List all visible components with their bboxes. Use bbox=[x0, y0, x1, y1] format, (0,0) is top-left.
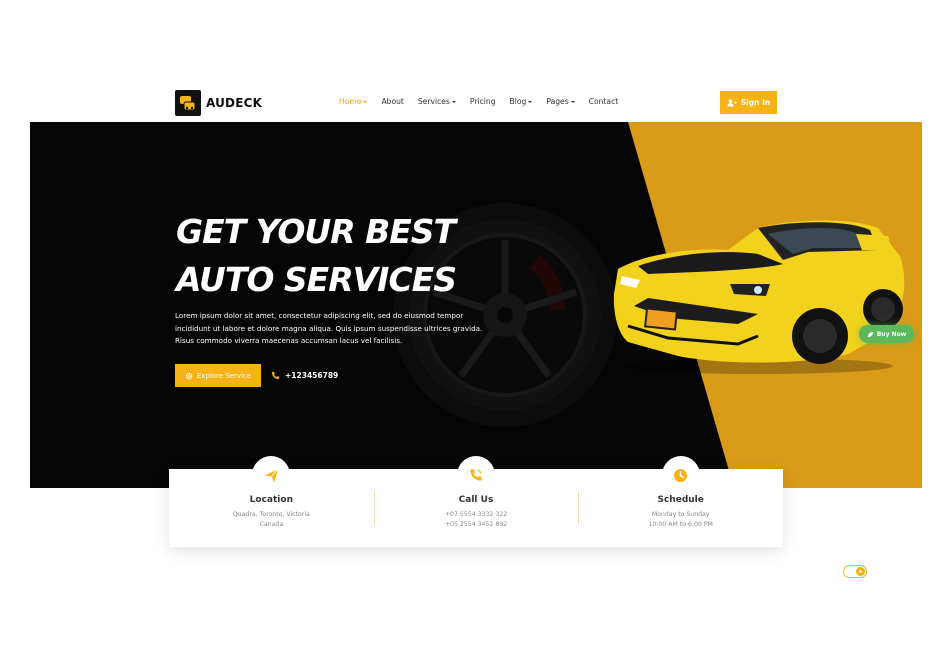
info-location-line-2: Canada bbox=[259, 521, 284, 528]
info-schedule-line-2: 10:00 AM to 6:00 PM bbox=[648, 521, 713, 528]
nav-about[interactable]: About bbox=[381, 97, 403, 106]
hero-section: GET YOUR BEST AUTO SERVICES Lorem ipsum … bbox=[30, 122, 922, 488]
nav-home[interactable]: Home bbox=[339, 97, 368, 106]
sign-in-button[interactable]: Sign In bbox=[720, 91, 777, 114]
main-nav: Home About Services Pricing Blog Pages C… bbox=[339, 97, 632, 106]
info-call-line-2[interactable]: +05 2554 3452 892 bbox=[374, 520, 579, 530]
info-schedule: Schedule Monday to Sunday 10:00 AM to 6:… bbox=[578, 456, 783, 547]
yellow-car-image bbox=[613, 220, 905, 374]
info-location: Location Quadra, Toronto, Victoria Canad… bbox=[169, 456, 374, 547]
sign-in-label: Sign In bbox=[740, 98, 771, 107]
nav-pricing[interactable]: Pricing bbox=[470, 97, 496, 106]
hero-title-line-1: GET YOUR BEST bbox=[176, 212, 456, 251]
info-schedule-line-1: Monday to Sunday bbox=[651, 511, 710, 518]
logo[interactable]: AUDECK bbox=[175, 90, 262, 116]
sun-icon bbox=[856, 567, 865, 576]
paper-plane-icon bbox=[252, 456, 291, 494]
phone-icon bbox=[457, 456, 495, 494]
user-plus-icon bbox=[727, 98, 737, 106]
hero-title-line-2: AUTO SERVICES bbox=[176, 260, 457, 299]
car-service-logo-icon bbox=[175, 90, 201, 116]
info-location-line-1: Quadra, Toronto, Victoria bbox=[232, 511, 310, 518]
nav-services[interactable]: Services bbox=[418, 97, 456, 106]
theme-toggle[interactable] bbox=[843, 565, 867, 578]
chevron-down-icon bbox=[528, 100, 533, 103]
explore-service-label: Explore Service bbox=[196, 371, 252, 380]
nav-pages-label: Pages bbox=[546, 97, 569, 106]
nav-blog[interactable]: Blog bbox=[510, 97, 533, 106]
explore-service-button[interactable]: Explore Service bbox=[175, 364, 261, 387]
brand-name: AUDECK bbox=[206, 96, 263, 110]
nav-pages[interactable]: Pages bbox=[546, 97, 575, 106]
chevron-down-icon bbox=[363, 100, 368, 103]
info-call-line-1[interactable]: +07 5554 3332 322 bbox=[374, 510, 579, 520]
leaf-icon bbox=[867, 331, 873, 337]
contact-info-card: Location Quadra, Toronto, Victoria Canad… bbox=[169, 456, 783, 547]
nav-home-label: Home bbox=[339, 97, 362, 106]
hero-phone-number: +123456789 bbox=[285, 371, 339, 380]
nav-pricing-label: Pricing bbox=[469, 97, 496, 106]
gear-icon bbox=[185, 372, 193, 379]
buy-now-label: Buy Now bbox=[876, 330, 907, 338]
nav-blog-label: Blog bbox=[509, 97, 527, 106]
chevron-down-icon bbox=[451, 100, 456, 103]
clock-icon bbox=[661, 456, 700, 494]
hero-title: GET YOUR BEST AUTO SERVICES bbox=[176, 208, 457, 304]
hero-phone[interactable]: +123456789 bbox=[271, 364, 338, 387]
info-schedule-title: Schedule bbox=[657, 495, 704, 505]
info-call: Call Us +07 5554 3332 322 +05 2554 3452 … bbox=[373, 456, 579, 547]
site-header: AUDECK Home About Services Pricing Blog … bbox=[175, 88, 778, 118]
info-call-title: Call Us bbox=[458, 495, 494, 505]
nav-about-label: About bbox=[381, 97, 404, 106]
chevron-down-icon bbox=[570, 100, 575, 103]
buy-now-button[interactable]: Buy Now bbox=[859, 325, 914, 343]
hero-description: Lorem ipsum dolor sit amet, consectetur … bbox=[175, 311, 483, 345]
nav-services-label: Services bbox=[417, 97, 450, 106]
info-location-title: Location bbox=[249, 495, 293, 505]
nav-contact[interactable]: Contact bbox=[589, 97, 619, 106]
phone-icon bbox=[271, 371, 280, 380]
nav-contact-label: Contact bbox=[588, 97, 619, 106]
